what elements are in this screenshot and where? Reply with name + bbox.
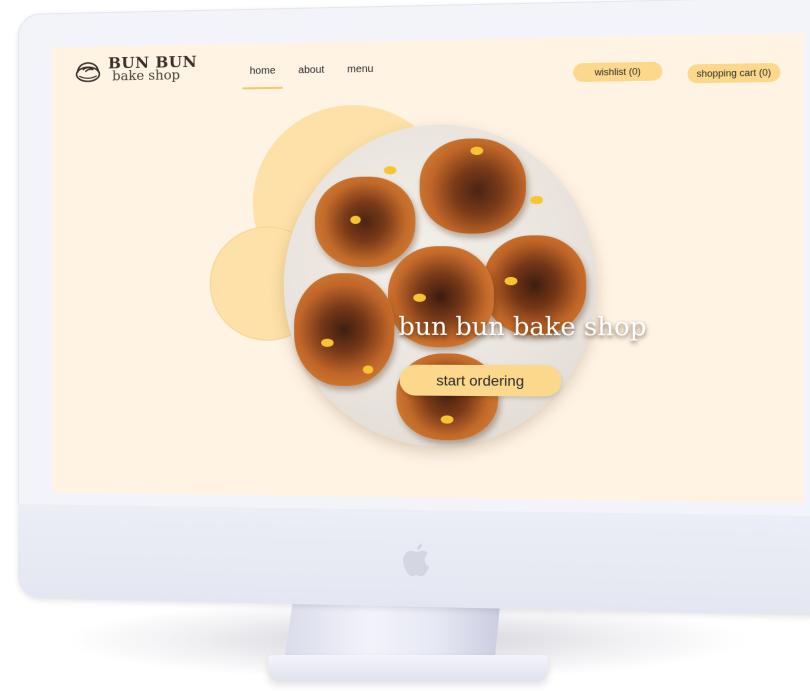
hero-image-buns-plate — [283, 122, 598, 448]
flower-petal — [321, 338, 334, 347]
wishlist-button[interactable]: wishlist (0) — [573, 61, 663, 83]
nav-menu[interactable]: menu — [340, 64, 381, 88]
imac-chin — [18, 504, 810, 617]
flower-petal — [504, 276, 518, 286]
bun-image — [314, 176, 416, 268]
flower-petal — [530, 195, 544, 205]
apple-icon — [403, 542, 430, 577]
flower-petal — [362, 365, 374, 374]
nav-home[interactable]: home — [242, 65, 283, 90]
flower-petal — [383, 166, 397, 175]
brand-subtitle: bake shop — [112, 68, 181, 85]
cinnamon-bun-icon — [75, 61, 100, 82]
flower-petal — [350, 215, 361, 225]
imac-frame: BUN BUN bake shop home about menu wishli… — [18, 0, 810, 617]
start-ordering-button[interactable]: start ordering — [399, 364, 562, 397]
shopping-cart-button[interactable]: shopping cart (0) — [687, 62, 781, 84]
bun-image — [294, 273, 395, 387]
hero-title: bun bun bake shop — [398, 312, 647, 342]
flower-petal — [413, 293, 426, 302]
main-nav: home about menu — [242, 63, 390, 90]
imac-stand-base — [268, 655, 548, 681]
flower-petal — [440, 415, 454, 424]
website-screen: BUN BUN bake shop home about menu wishli… — [51, 32, 804, 503]
brand-logo[interactable]: BUN BUN bake shop — [74, 53, 197, 85]
nav-about[interactable]: about — [291, 64, 332, 88]
